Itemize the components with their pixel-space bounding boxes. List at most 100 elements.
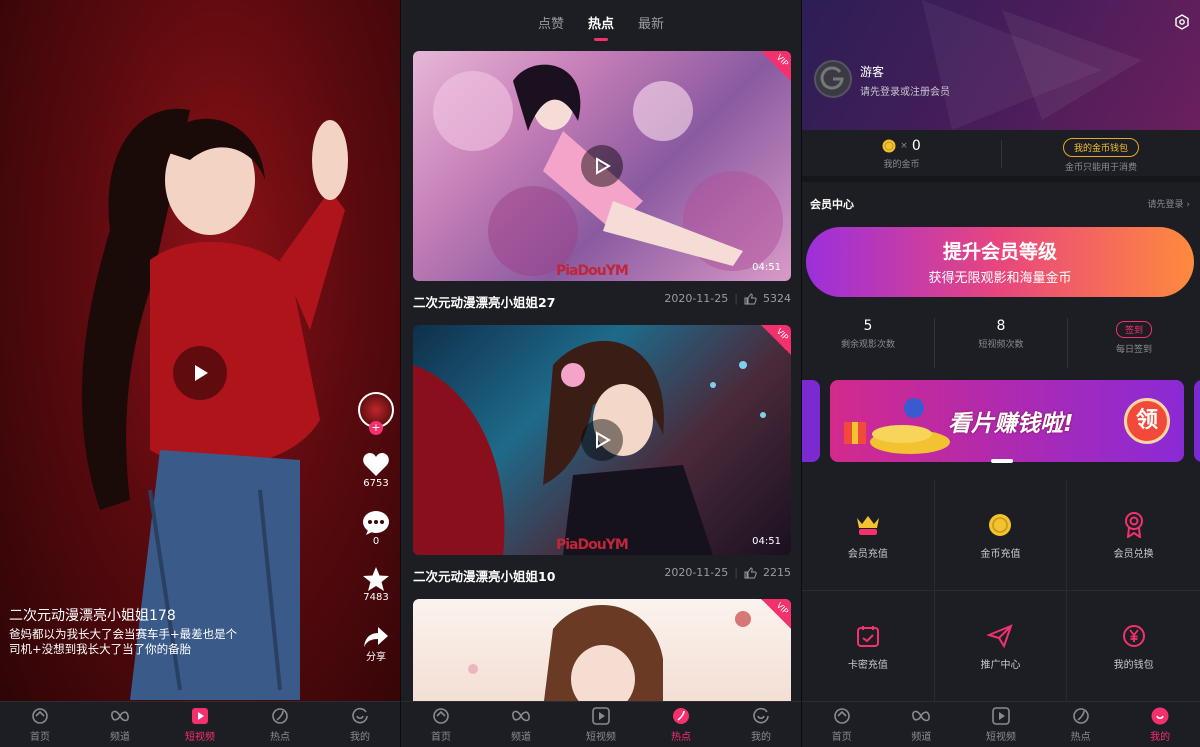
tab-short-video[interactable]: 短视频 (561, 702, 641, 747)
grid-card-recharge[interactable]: 卡密充值 (802, 591, 935, 702)
user-name[interactable]: 游客 (860, 63, 884, 80)
play-icon (596, 431, 611, 449)
settings-icon[interactable] (1174, 14, 1190, 30)
play-button[interactable] (581, 419, 623, 461)
grid-my-wallet[interactable]: 我的钱包 (1067, 591, 1200, 702)
star-icon (363, 567, 389, 591)
tab-home[interactable]: 首页 (0, 702, 80, 747)
tab-label: 首页 (431, 732, 451, 743)
tab-label: 短视频 (985, 732, 1016, 743)
coin-icon (882, 139, 896, 153)
hot-icon (272, 708, 288, 724)
tab-channel[interactable]: 频道 (882, 702, 962, 747)
checkin-button[interactable]: 签到 (1115, 321, 1152, 338)
login-link[interactable]: 请先登录 › (1148, 197, 1191, 210)
calendar-card-icon (856, 625, 879, 647)
short-video-icon (592, 707, 610, 725)
stat-short-videos[interactable]: 8 短视频次数 (935, 318, 1068, 368)
video-thumbnail[interactable]: VIP PiaDouYM 04:51 (413, 325, 791, 555)
profile-header: 游客 请先登录或注册会员 (802, 0, 1200, 130)
bottom-tabbar: 首页 频道 短视频 热点 我的 (401, 701, 801, 747)
favorite-action[interactable]: 7483 (354, 566, 398, 603)
play-button[interactable] (173, 346, 227, 400)
video-card-title[interactable]: 二次元动漫漂亮小姐姐27 (413, 292, 555, 311)
banner-next-peek[interactable] (1194, 380, 1200, 462)
short-video-icon (192, 708, 208, 724)
tab-channel[interactable]: 频道 (481, 702, 561, 747)
tab-short-video[interactable]: 短视频 (961, 702, 1041, 747)
tab-hot[interactable]: 热点 (240, 702, 320, 747)
tab-label: 我的 (1150, 732, 1171, 743)
tab-channel[interactable]: 频道 (80, 702, 160, 747)
video-card[interactable]: VIP PiaDouYM 04:51 (413, 51, 791, 281)
tab-short-video[interactable]: 短视频 (160, 702, 240, 747)
upgrade-member-banner[interactable]: 提升会员等级 获得无限观影和海量金币 (806, 227, 1194, 297)
vip-crown-icon (856, 515, 879, 535)
service-grid: 会员充值 金币充值 会员兑换 卡密充值 推广中心 我的钱包 (802, 480, 1200, 702)
tab-profile[interactable]: 我的 (721, 702, 801, 747)
vip-badge: VIP (761, 325, 791, 355)
claim-badge[interactable]: 领 (1124, 398, 1170, 444)
follow-plus-icon[interactable]: + (369, 421, 383, 435)
carousel-indicator (991, 459, 1013, 463)
medal-icon (1124, 511, 1143, 538)
tab-profile[interactable]: 我的 (1120, 702, 1200, 747)
tab-likes[interactable]: 点赞 (538, 13, 564, 32)
share-label: 分享 (366, 652, 386, 663)
share-action[interactable]: 分享 (354, 626, 398, 663)
tab-label: 首页 (30, 732, 50, 743)
stat-checkin[interactable]: 签到 每日签到 (1068, 318, 1200, 368)
tab-hot[interactable]: 热点 (641, 702, 721, 747)
banner-text: 看片赚钱啦! (948, 411, 1074, 437)
tab-hot-active[interactable]: 热点 (588, 13, 614, 41)
anime-artwork (468, 605, 751, 709)
earn-money-banner[interactable]: 看片赚钱啦! 领 (830, 380, 1184, 462)
grid-promotion-center[interactable]: 推广中心 (934, 591, 1068, 702)
share-icon (364, 627, 388, 647)
video-thumbnail[interactable]: VIP PiaDouYM 04:51 (413, 51, 791, 281)
coin-wallet-button[interactable]: 我的金币钱包 (1062, 138, 1139, 157)
bottom-tabbar: 首页 频道 短视频 热点 我的 (802, 701, 1200, 747)
video-description: 爸妈都以为我长大了会当赛车手+最差也是个司机+没想到我长大了当了你的备胎 (9, 627, 238, 656)
profile-icon (1151, 707, 1169, 725)
chevron-right-icon: › (1186, 200, 1190, 210)
tab-label: 热点 (270, 732, 290, 743)
play-icon (596, 157, 611, 175)
channel-icon (111, 710, 129, 722)
tab-hot[interactable]: 热点 (1041, 702, 1121, 747)
tab-latest[interactable]: 最新 (638, 13, 664, 32)
tab-label: 短视频 (586, 732, 616, 743)
video-card-meta: 2020-11-25 | 2215 (664, 566, 791, 579)
tab-profile[interactable]: 我的 (320, 702, 400, 747)
home-icon (32, 708, 48, 724)
grid-vip-exchange[interactable]: 会员兑换 (1067, 480, 1200, 591)
vip-badge: VIP (761, 51, 791, 81)
play-button[interactable] (581, 145, 623, 187)
heart-icon (363, 453, 389, 476)
banner-prev-peek[interactable] (802, 380, 820, 462)
tab-label: 我的 (350, 732, 370, 743)
thumbs-up-icon (744, 566, 757, 578)
grid-coin-recharge[interactable]: 金币充值 (934, 480, 1068, 591)
home-icon (833, 708, 850, 724)
watermark: PiaDouYM (556, 263, 629, 279)
video-card-title[interactable]: 二次元动漫漂亮小姐姐10 (413, 566, 555, 585)
tab-home[interactable]: 首页 (802, 702, 882, 747)
video-card[interactable]: VIP (413, 599, 791, 709)
video-thumbnail[interactable]: VIP (413, 599, 791, 709)
user-avatar[interactable] (814, 60, 852, 98)
video-card[interactable]: VIP PiaDouYM 04:51 (413, 325, 791, 555)
stat-views[interactable]: 5 剩余观影次数 (802, 318, 935, 368)
wallet-note: 金币只能用于消费 (1064, 163, 1137, 173)
comment-action[interactable]: 0 (354, 510, 398, 547)
tab-label: 首页 (831, 732, 852, 743)
comment-icon (363, 511, 389, 535)
video-likes: 5324 (763, 292, 791, 305)
tab-home[interactable]: 首页 (401, 702, 481, 747)
tab-label: 频道 (911, 732, 932, 743)
video-duration: 04:51 (752, 262, 781, 273)
like-action[interactable]: 6753 (354, 452, 398, 489)
login-hint[interactable]: 请先登录或注册会员 (860, 83, 950, 98)
grid-vip-recharge[interactable]: 会员充值 (802, 480, 935, 591)
short-video-screen: + 6753 0 7483 分享 二次元动漫漂亮小姐姐178 爸妈都以为我长大了… (0, 0, 400, 747)
